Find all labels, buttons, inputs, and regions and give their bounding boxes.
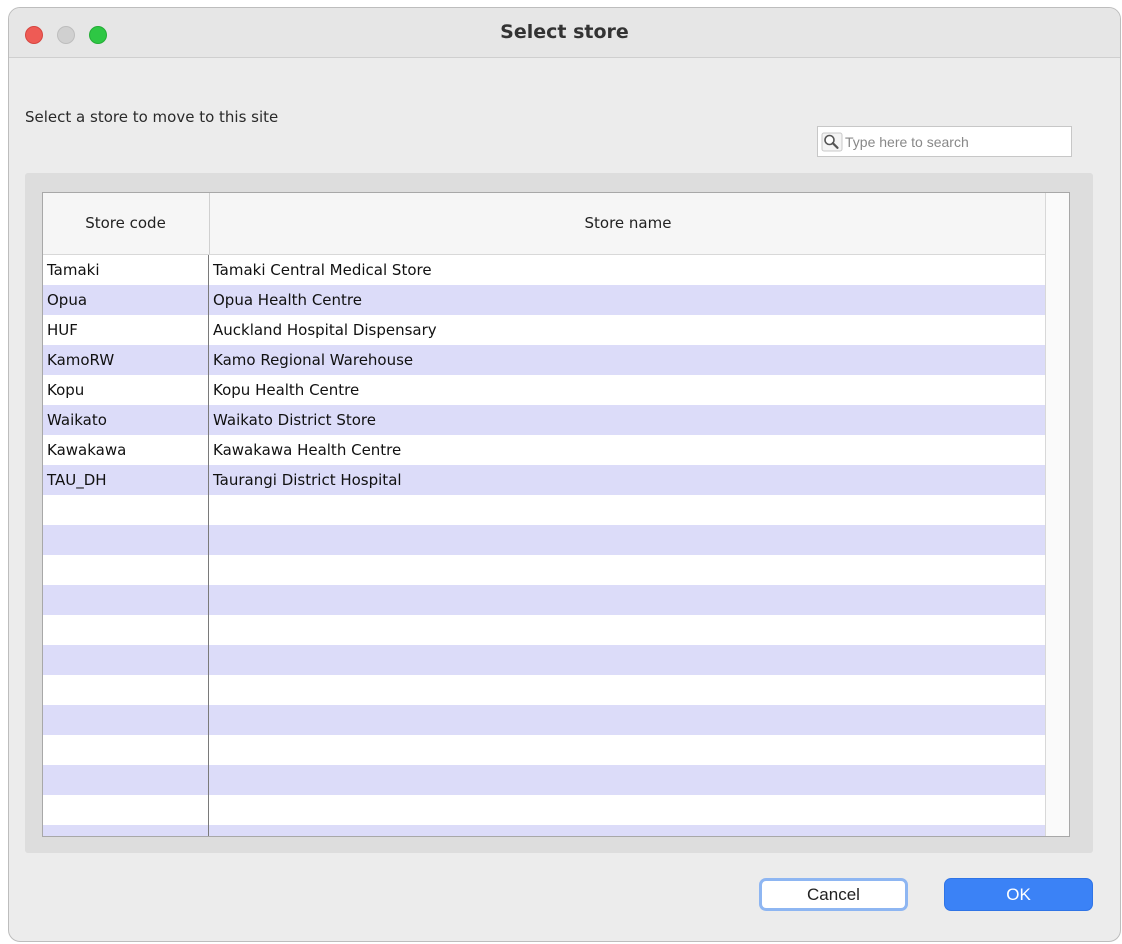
empty-table-row[interactable] [43,585,1045,615]
empty-table-row[interactable] [43,765,1045,795]
search-input[interactable]: Type here to search [817,126,1072,157]
table-panel: Store code Store name Tamaki Tamaki Centr… [25,173,1093,853]
search-placeholder: Type here to search [845,134,969,150]
empty-table-row[interactable] [43,555,1045,585]
table-row[interactable]: KamoRW Kamo Regional Warehouse [43,345,1045,375]
cancel-button[interactable]: Cancel [759,878,908,911]
table-row[interactable]: Kopu Kopu Health Centre [43,375,1045,405]
store-code-cell: HUF [47,321,78,339]
empty-table-row[interactable] [43,705,1045,735]
dialog-title: Select store [500,21,629,43]
empty-table-row[interactable] [43,675,1045,705]
column-divider [208,255,209,836]
store-name-cell: Kawakawa Health Centre [213,441,402,459]
store-code-cell: Tamaki [47,261,100,279]
column-header-store-name[interactable]: Store name [209,193,1046,254]
empty-table-row[interactable] [43,735,1045,765]
ok-button[interactable]: OK [944,878,1093,911]
store-code-cell: TAU_DH [47,471,107,489]
store-name-cell: Auckland Hospital Dispensary [213,321,437,339]
table-row[interactable]: HUF Auckland Hospital Dispensary [43,315,1045,345]
store-name-cell: Kamo Regional Warehouse [213,351,414,369]
table-row[interactable]: TAU_DH Taurangi District Hospital [43,465,1045,495]
instruction-label: Select a store to move to this site [25,108,279,126]
empty-table-row[interactable] [43,525,1045,555]
empty-table-row[interactable] [43,795,1045,825]
table-row[interactable]: Tamaki Tamaki Central Medical Store [43,255,1045,285]
table-header: Store code Store name [43,193,1045,255]
vertical-scrollbar[interactable] [1045,193,1069,836]
store-code-cell: KamoRW [47,351,115,369]
search-icon [821,132,843,152]
empty-table-row[interactable] [43,615,1045,645]
empty-table-row[interactable] [43,495,1045,525]
stores-table[interactable]: Store code Store name Tamaki Tamaki Centr… [42,192,1070,837]
table-row[interactable]: Opua Opua Health Centre [43,285,1045,315]
empty-table-row[interactable] [43,645,1045,675]
store-name-cell: Waikato District Store [213,411,376,429]
store-name-cell: Kopu Health Centre [213,381,360,399]
title-bar[interactable]: Select store [9,8,1120,58]
store-code-cell: Kopu [47,381,85,399]
store-name-cell: Opua Health Centre [213,291,362,309]
store-code-cell: Kawakawa [47,441,127,459]
store-code-cell: Opua [47,291,88,309]
table-row[interactable]: Kawakawa Kawakawa Health Centre [43,435,1045,465]
table-row[interactable]: Waikato Waikato District Store [43,405,1045,435]
table-body: Tamaki Tamaki Central Medical Store Opua Op… [43,255,1045,836]
store-code-cell: Waikato [47,411,107,429]
store-name-cell: Tamaki Central Medical Store [213,261,432,279]
column-header-store-code[interactable]: Store code [43,193,208,254]
empty-table-row[interactable] [43,825,1045,836]
store-name-cell: Taurangi District Hospital [213,471,402,489]
